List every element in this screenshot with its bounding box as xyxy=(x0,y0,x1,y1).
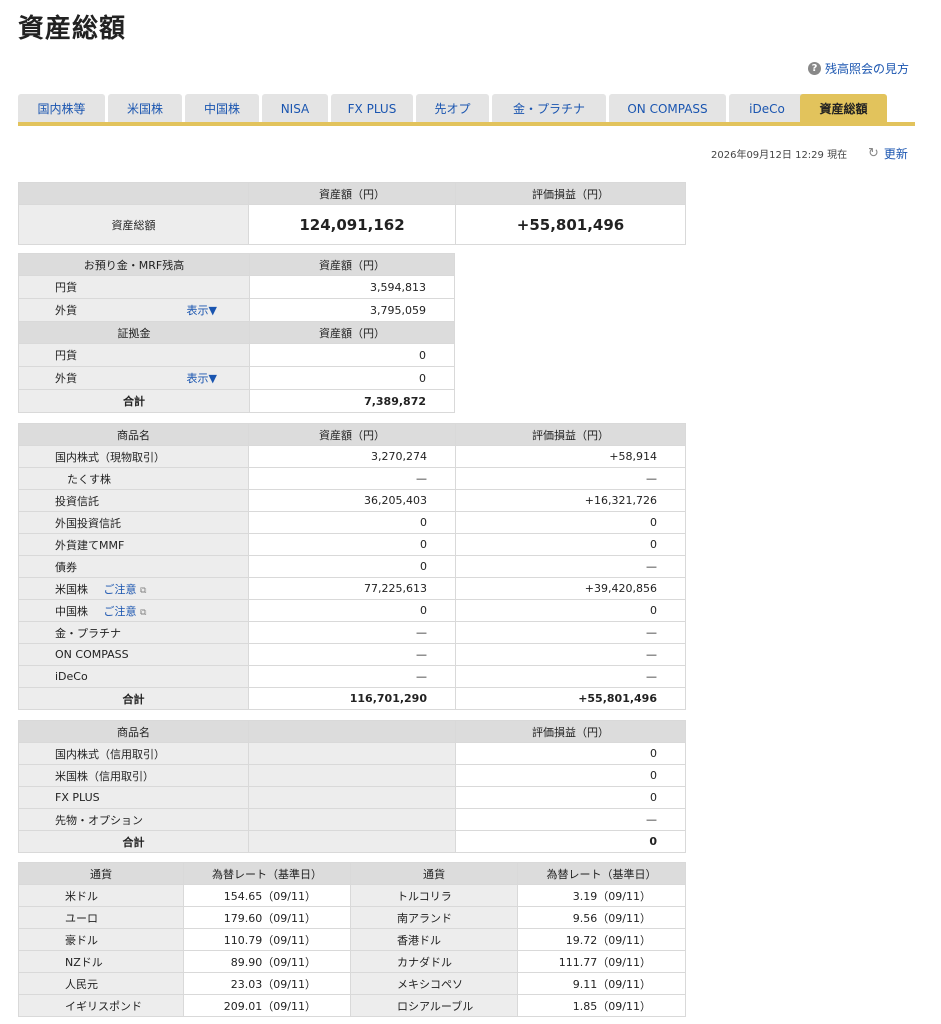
table-row: 豪ドル 110.79（09/11） 香港ドル 19.72（09/11） xyxy=(18,928,686,951)
help-link-label: 残高照会の見方 xyxy=(825,62,910,76)
tab-us-stocks[interactable]: 米国株 xyxy=(108,94,182,122)
refresh-icon: ↻ xyxy=(868,146,879,161)
summary-col-pl: 評価損益（円） xyxy=(455,182,686,205)
summary-pl: +55,801,496 xyxy=(455,204,686,245)
rates-col-rate: 為替レート（基準日） xyxy=(183,862,351,885)
margin-fx-value: 0 xyxy=(249,366,455,390)
credit-table: 商品名 評価損益（円） 国内株式（信用取引） 0 米国株（信用取引） 0 FX PL… xyxy=(18,720,686,853)
tab-gold-platinum[interactable]: 金・プラチナ xyxy=(492,94,606,122)
external-window-icon: ⧉ xyxy=(140,607,147,618)
refresh-button[interactable]: ↻ 更新 xyxy=(868,145,908,162)
products-total-value: 116,701,290 xyxy=(248,687,456,710)
refresh-label: 更新 xyxy=(883,147,908,161)
table-row: 人民元 23.03（09/11） メキシコペソ 9.11（09/11） xyxy=(18,972,686,995)
deposit-jpy-value: 3,594,813 xyxy=(249,275,455,299)
margin-fx-cell: 外貨 表示▼ xyxy=(18,366,250,390)
table-row: iDeCo — — xyxy=(18,665,686,688)
table-row: 国内株式（現物取引） 3,270,274 +58,914 xyxy=(18,445,686,468)
table-row: 米国株（信用取引） 0 xyxy=(18,764,686,787)
deposit-jpy-label: 円貨 xyxy=(18,275,250,299)
table-row: 金・プラチナ — — xyxy=(18,621,686,644)
deposits-header-label: お預り金・MRF残高 xyxy=(18,253,250,276)
table-row: イギリスポンド 209.01（09/11） ロシアルーブル 1.85（09/11） xyxy=(18,994,686,1017)
fx-rates-table: 通貨 為替レート（基準日） 通貨 為替レート（基準日） 米ドル 154.65（09… xyxy=(18,862,686,1017)
margin-fx-label: 外貨 xyxy=(55,372,77,385)
margin-jpy-label: 円貨 xyxy=(18,343,250,367)
products-col-name: 商品名 xyxy=(18,423,249,446)
table-row: FX PLUS 0 xyxy=(18,786,686,809)
help-link[interactable]: ? 残高照会の見方 xyxy=(808,60,909,77)
margin-jpy-value: 0 xyxy=(249,343,455,367)
margin-fx-show-toggle[interactable]: 表示▼ xyxy=(187,372,217,385)
margin-header-value: 資産額（円） xyxy=(249,321,455,344)
deposits-total-value: 7,389,872 xyxy=(249,389,455,413)
deposits-header-value: 資産額（円） xyxy=(249,253,455,276)
tab-china-stocks[interactable]: 中国株 xyxy=(185,94,259,122)
summary-label: 資産総額 xyxy=(18,204,249,245)
table-row: NZドル 89.90（09/11） カナダドル 111.77（09/11） xyxy=(18,950,686,973)
products-table: 商品名 資産額（円） 評価損益（円） 国内株式（現物取引） 3,270,274 +5… xyxy=(18,423,686,710)
products-col-amount: 資産額（円） xyxy=(248,423,456,446)
updated-timestamp: 2026年09月12日 12:29 現在 xyxy=(711,150,848,161)
table-row: 投資信託 36,205,403 +16,321,726 xyxy=(18,489,686,512)
deposits-table: お預り金・MRF残高 資産額（円） 円貨 3,594,813 外貨 表示▼ 3,… xyxy=(18,253,455,413)
tab-domestic-stocks[interactable]: 国内株等 xyxy=(18,94,105,122)
china-stock-notice-link[interactable]: ご注意 xyxy=(104,605,137,618)
tab-fx-plus[interactable]: FX PLUS xyxy=(331,94,413,122)
deposit-fx-value: 3,795,059 xyxy=(249,298,455,322)
tab-ideco[interactable]: iDeCo xyxy=(729,94,805,122)
summary-col-amount: 資産額（円） xyxy=(248,182,456,205)
products-total-label: 合計 xyxy=(18,687,249,710)
table-row: 外貨建てMMF 0 0 xyxy=(18,533,686,556)
summary-table: 資産額（円） 評価損益（円） 資産総額 124,091,162 +55,801,… xyxy=(18,182,686,245)
table-row: ON COMPASS — — xyxy=(18,643,686,666)
credit-col-pl: 評価損益（円） xyxy=(455,720,686,743)
margin-header-label: 証拠金 xyxy=(18,321,250,344)
external-window-icon: ⧉ xyxy=(140,585,147,596)
table-row: 債券 0— xyxy=(18,555,686,578)
table-row: 米国株 ご注意 ⧉ 77,225,613 +39,420,856 xyxy=(18,577,686,600)
rates-col-currency: 通貨 xyxy=(18,862,184,885)
credit-col-name: 商品名 xyxy=(18,720,249,743)
summary-amount: 124,091,162 xyxy=(248,204,456,245)
credit-total-pl: 0 xyxy=(455,830,686,853)
table-row: ユーロ 179.60（09/11） 南アランド 9.56（09/11） xyxy=(18,906,686,929)
table-row: 国内株式（信用取引） 0 xyxy=(18,742,686,765)
products-col-pl: 評価損益（円） xyxy=(455,423,686,446)
products-total-pl: +55,801,496 xyxy=(455,687,686,710)
question-icon: ? xyxy=(808,62,821,75)
deposit-fx-show-toggle[interactable]: 表示▼ xyxy=(187,304,217,317)
deposit-fx-label: 外貨 xyxy=(55,304,77,317)
deposit-fx-cell: 外貨 表示▼ xyxy=(18,298,250,322)
deposits-total-label: 合計 xyxy=(18,389,250,413)
tab-futures-options[interactable]: 先オプ xyxy=(416,94,489,122)
table-row: たくす株 — — xyxy=(18,467,686,490)
rates-col-currency-2: 通貨 xyxy=(350,862,518,885)
table-row: 先物・オプション — xyxy=(18,808,686,831)
tab-total-assets[interactable]: 資産総額 xyxy=(800,94,887,122)
rates-col-rate-2: 為替レート（基準日） xyxy=(517,862,686,885)
tab-bar: 国内株等 米国株 中国株 NISA FX PLUS 先オプ 金・プラチナ ON … xyxy=(18,94,915,126)
table-row: 中国株 ご注意 ⧉ 00 xyxy=(18,599,686,622)
tab-on-compass[interactable]: ON COMPASS xyxy=(609,94,726,122)
table-row: 米ドル 154.65（09/11） トルコリラ 3.19（09/11） xyxy=(18,884,686,907)
tab-nisa[interactable]: NISA xyxy=(262,94,328,122)
page-title: 資産総額 xyxy=(18,14,127,44)
table-row: 外国投資信託 0 0 xyxy=(18,511,686,534)
credit-total-label: 合計 xyxy=(18,830,249,853)
us-stock-notice-link[interactable]: ご注意 xyxy=(104,583,137,596)
